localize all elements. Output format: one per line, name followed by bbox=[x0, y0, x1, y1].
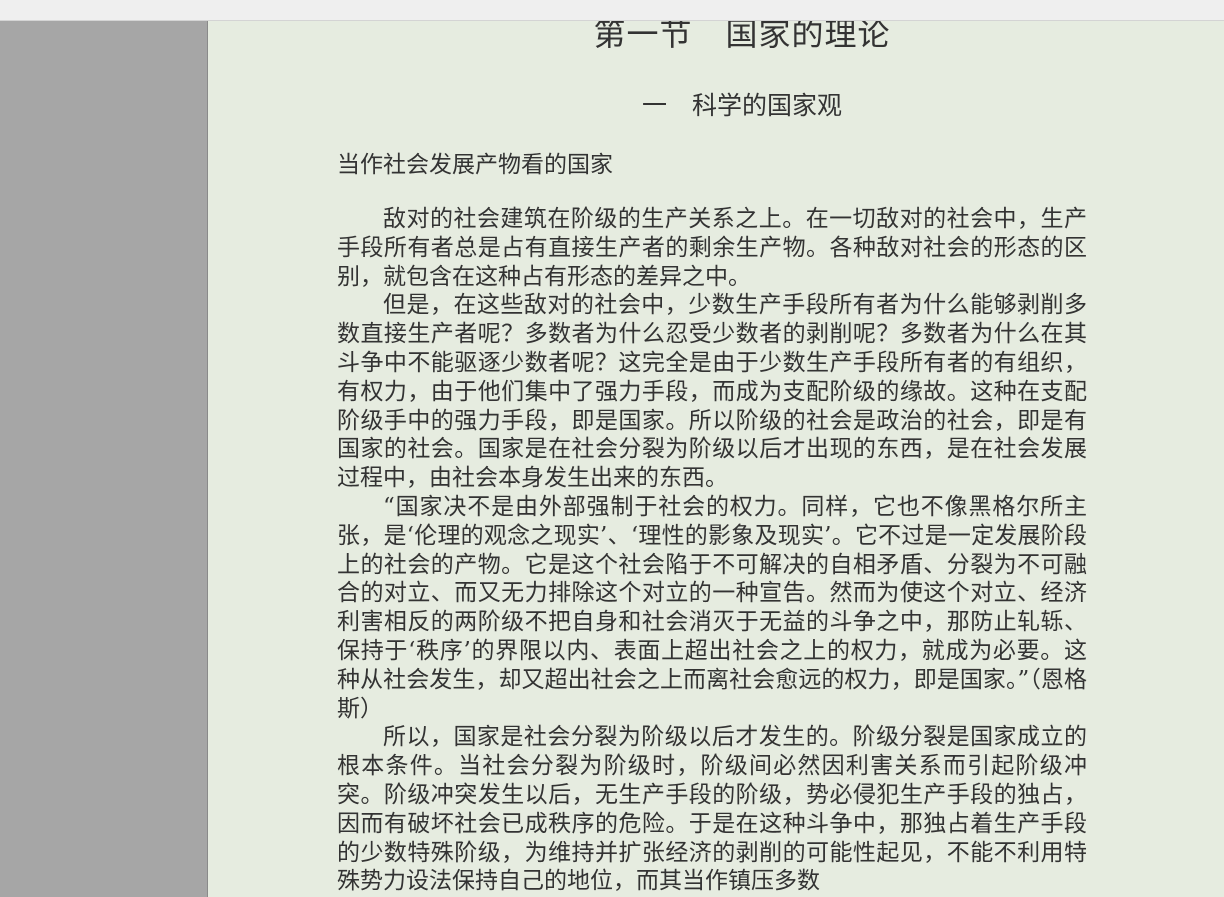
paragraph: 敌对的社会建筑在阶级的生产关系之上。在一切敌对的社会中，生产手段所有者总是占有直… bbox=[337, 206, 1087, 290]
section-title: 第一节 国家的理论 bbox=[593, 21, 891, 53]
paragraph: “国家决不是由外部强制于社会的权力。同样，它也不像黑格尔所主张，是‘伦理的观念之… bbox=[337, 493, 1087, 722]
paragraph: 但是，在这些敌对的社会中，少数生产手段所有者为什么能够剥削多数直接生产者呢？多数… bbox=[337, 292, 1087, 492]
paragraph: 所以，国家是社会分裂为阶级以后才发生的。阶级分裂是国家成立的根本条件。当社会分裂… bbox=[337, 724, 1087, 895]
subsection-title: 一 科学的国家观 bbox=[641, 91, 842, 120]
topic-title: 当作社会发展产物看的国家 bbox=[337, 152, 613, 178]
body-text: 敌对的社会建筑在阶级的生产关系之上。在一切敌对的社会中，生产手段所有者总是占有直… bbox=[337, 205, 1087, 896]
document-page[interactable]: 第一节 国家的理论 一 科学的国家观 当作社会发展产物看的国家 敌对的社会建筑在… bbox=[208, 21, 1224, 897]
viewer-sidebar bbox=[0, 21, 208, 897]
viewer-toolbar bbox=[0, 0, 1224, 21]
